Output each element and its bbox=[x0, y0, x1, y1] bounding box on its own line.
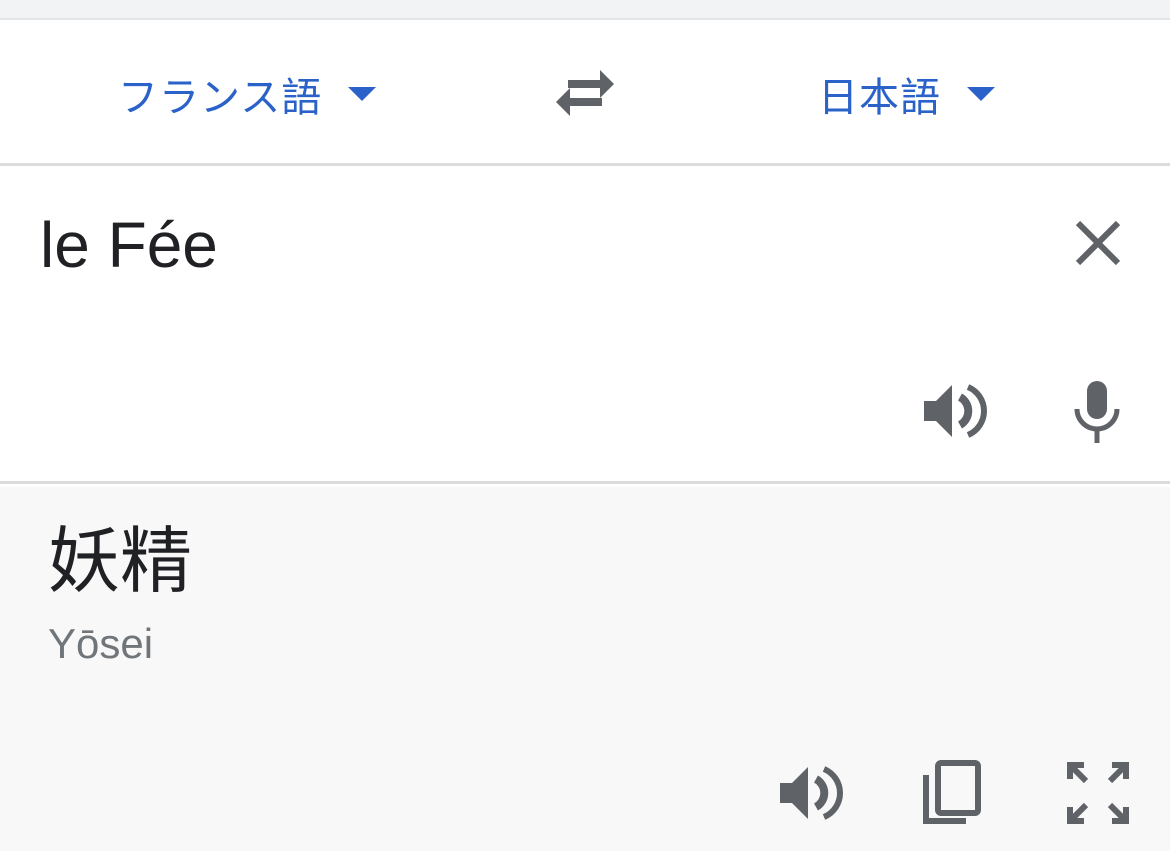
source-input-area[interactable]: le Fée bbox=[0, 169, 1170, 484]
chevron-down-icon bbox=[346, 84, 378, 104]
language-bar: フランス語 日本語 bbox=[0, 22, 1170, 166]
listen-translation-button[interactable] bbox=[776, 763, 844, 823]
source-text-input[interactable]: le Fée bbox=[40, 213, 218, 277]
swap-arrows-icon bbox=[552, 66, 618, 120]
listen-source-button[interactable] bbox=[920, 381, 988, 441]
fullscreen-button[interactable] bbox=[1066, 761, 1130, 825]
target-language-label: 日本語 bbox=[818, 75, 941, 121]
fullscreen-icon bbox=[1066, 761, 1130, 825]
romanization-text: Yōsei bbox=[48, 620, 154, 667]
target-language-selector[interactable]: 日本語 bbox=[818, 22, 997, 166]
source-language-selector[interactable]: フランス語 bbox=[118, 22, 378, 166]
copy-translation-button[interactable] bbox=[920, 759, 984, 827]
copy-icon bbox=[920, 759, 984, 827]
translation-output-area: 妖精 Yōsei bbox=[0, 487, 1170, 851]
source-language-label: フランス語 bbox=[118, 75, 323, 121]
close-icon bbox=[1072, 217, 1124, 269]
microphone-icon bbox=[1070, 381, 1124, 445]
translation-text: 妖精 bbox=[48, 519, 193, 603]
voice-input-button[interactable] bbox=[1070, 381, 1124, 445]
speaker-icon bbox=[920, 381, 988, 441]
chevron-down-icon bbox=[965, 84, 997, 104]
clear-input-button[interactable] bbox=[1072, 217, 1124, 269]
swap-languages-button[interactable] bbox=[552, 66, 618, 120]
speaker-icon bbox=[776, 763, 844, 823]
top-strip bbox=[0, 0, 1170, 20]
